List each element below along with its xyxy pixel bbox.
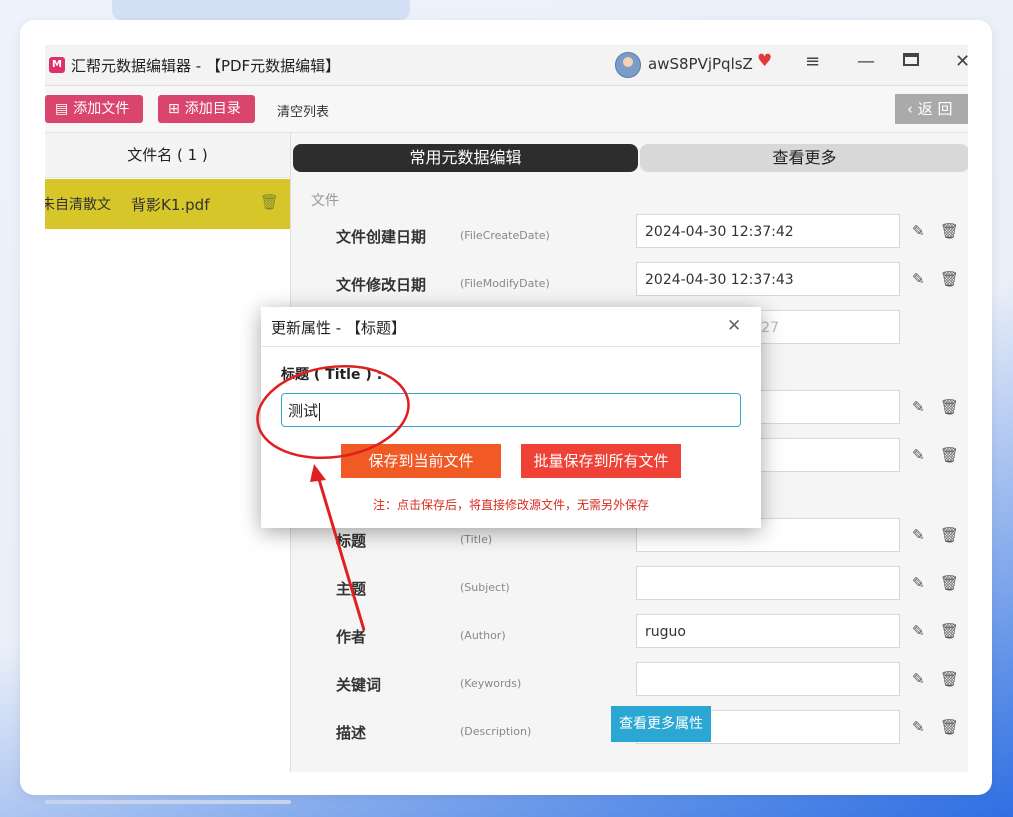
- prop-label: 文件修改日期: [336, 276, 427, 294]
- prop-value-field[interactable]: 2024-04-30 12:37:43: [636, 262, 900, 296]
- file-dir: 未自清散文: [45, 197, 111, 213]
- prop-value-field[interactable]: [636, 662, 900, 696]
- prop-row: 关键词 (Keywords) ✎ 🗑: [291, 660, 968, 708]
- prop-label: 标题: [336, 532, 367, 550]
- top-decoration: [112, 0, 410, 20]
- close-icon[interactable]: ✕: [727, 316, 741, 336]
- menu-icon[interactable]: ≡: [805, 51, 820, 72]
- edit-icon[interactable]: ✎: [912, 222, 925, 240]
- title-input-value: 测试: [288, 402, 319, 420]
- back-button[interactable]: ‹ 返 回: [895, 94, 968, 124]
- app-title: 汇帮元数据编辑器 - 【PDF元数据编辑】: [71, 57, 341, 75]
- edit-icon[interactable]: ✎: [912, 398, 925, 416]
- title-input[interactable]: 测试: [281, 393, 741, 427]
- clear-list-button[interactable]: 清空列表: [277, 101, 329, 120]
- edit-icon[interactable]: ✎: [912, 446, 925, 464]
- prop-value-field[interactable]: ruguo: [636, 614, 900, 648]
- edit-icon[interactable]: ✎: [912, 270, 925, 288]
- trash-icon[interactable]: 🗑: [940, 398, 959, 416]
- title-bar: M 汇帮元数据编辑器 - 【PDF元数据编辑】 awS8PVjPqlsZ ♥ ≡…: [45, 45, 968, 86]
- prop-key: (FileCreateDate): [460, 229, 550, 242]
- back-label: 返 回: [917, 100, 953, 118]
- prop-row: 文件修改日期 (FileModifyDate) 2024-04-30 12:37…: [291, 260, 968, 308]
- trash-icon[interactable]: 🗑: [940, 526, 959, 544]
- username[interactable]: awS8PVjPqlsZ: [648, 55, 753, 73]
- dialog-title: 更新属性 - 【标题】: [271, 319, 406, 337]
- prop-label: 描述: [336, 724, 367, 742]
- section-title-file: 文件: [311, 193, 339, 209]
- file-row[interactable]: 未自清散文 背影K1.pdf 🗑: [45, 179, 290, 229]
- edit-icon[interactable]: ✎: [912, 622, 925, 640]
- edit-icon[interactable]: ✎: [912, 526, 925, 544]
- trash-icon[interactable]: 🗑: [940, 670, 959, 688]
- add-file-label: 添加文件: [73, 101, 130, 117]
- trash-icon[interactable]: 🗑: [940, 446, 959, 464]
- edit-icon[interactable]: ✎: [912, 670, 925, 688]
- prop-label: 关键词: [336, 676, 382, 694]
- prop-row: 作者 (Author) ruguo ✎ 🗑: [291, 612, 968, 660]
- prop-value-field[interactable]: [636, 566, 900, 600]
- add-file-button[interactable]: ▤ 添加文件: [45, 95, 143, 123]
- title-field-label: 标题 ( Title ) :: [281, 367, 383, 383]
- prop-label: 作者: [336, 628, 367, 646]
- toolbar: ▤ 添加文件 ⊞ 添加目录 清空列表 ‹ 返 回: [45, 86, 968, 133]
- edit-icon[interactable]: ✎: [912, 574, 925, 592]
- prop-key: (Title): [460, 533, 493, 546]
- minimize-icon[interactable]: —: [857, 51, 875, 72]
- close-icon[interactable]: ✕: [955, 51, 968, 72]
- prop-row: 文件创建日期 (FileCreateDate) 2024-04-30 12:37…: [291, 212, 968, 260]
- vip-diamond-icon[interactable]: ♥: [757, 51, 772, 71]
- prop-label: 主题: [336, 580, 367, 598]
- bottom-decoration: [45, 800, 291, 804]
- trash-icon[interactable]: 🗑: [940, 222, 959, 240]
- tab-view-more[interactable]: 查看更多: [640, 144, 968, 172]
- view-more-properties-button[interactable]: 查看更多属性: [611, 706, 711, 742]
- update-property-dialog: 更新属性 - 【标题】 ✕ 标题 ( Title ) : 测试 保存到当前文件 …: [261, 307, 761, 528]
- file-list-panel: 文件名 ( 1 ) 未自清散文 背影K1.pdf 🗑: [45, 133, 291, 772]
- save-current-file-button[interactable]: 保存到当前文件: [341, 444, 501, 478]
- prop-key: (Subject): [460, 581, 510, 594]
- prop-label: 文件创建日期: [336, 228, 427, 246]
- maximize-icon[interactable]: [903, 53, 919, 66]
- trash-icon[interactable]: 🗑: [940, 574, 959, 592]
- prop-key: (Author): [460, 629, 506, 642]
- prop-row: 主题 (Subject) ✎ 🗑: [291, 564, 968, 612]
- file-name: 背影K1.pdf: [131, 196, 210, 214]
- prop-key: (Keywords): [460, 677, 522, 690]
- trash-icon[interactable]: 🗑: [940, 622, 959, 640]
- tab-common-metadata[interactable]: 常用元数据编辑: [293, 144, 638, 172]
- trash-icon[interactable]: 🗑: [940, 270, 959, 288]
- file-list-icon: ▤: [55, 101, 69, 117]
- add-directory-button[interactable]: ⊞ 添加目录: [158, 95, 255, 123]
- add-directory-label: 添加目录: [184, 101, 241, 117]
- batch-save-all-files-button[interactable]: 批量保存到所有文件: [521, 444, 681, 478]
- prop-value-field[interactable]: 2024-04-30 12:37:42: [636, 214, 900, 248]
- dialog-divider: [261, 346, 761, 347]
- edit-icon[interactable]: ✎: [912, 718, 925, 736]
- prop-key: (Description): [460, 725, 532, 738]
- trash-icon[interactable]: 🗑: [940, 718, 959, 736]
- trash-icon[interactable]: 🗑: [260, 193, 279, 211]
- chevron-left-icon: ‹: [907, 100, 913, 118]
- prop-key: (FileModifyDate): [460, 277, 550, 290]
- text-cursor: [319, 402, 321, 421]
- app-logo-icon: M: [49, 57, 65, 73]
- file-list-header: 文件名 ( 1 ): [45, 133, 290, 178]
- tab-bar: 常用元数据编辑 查看更多: [293, 144, 968, 172]
- avatar[interactable]: [615, 52, 641, 78]
- dialog-note: 注：点击保存后，将直接修改源文件，无需另外保存: [372, 498, 649, 512]
- folder-add-icon: ⊞: [168, 101, 180, 117]
